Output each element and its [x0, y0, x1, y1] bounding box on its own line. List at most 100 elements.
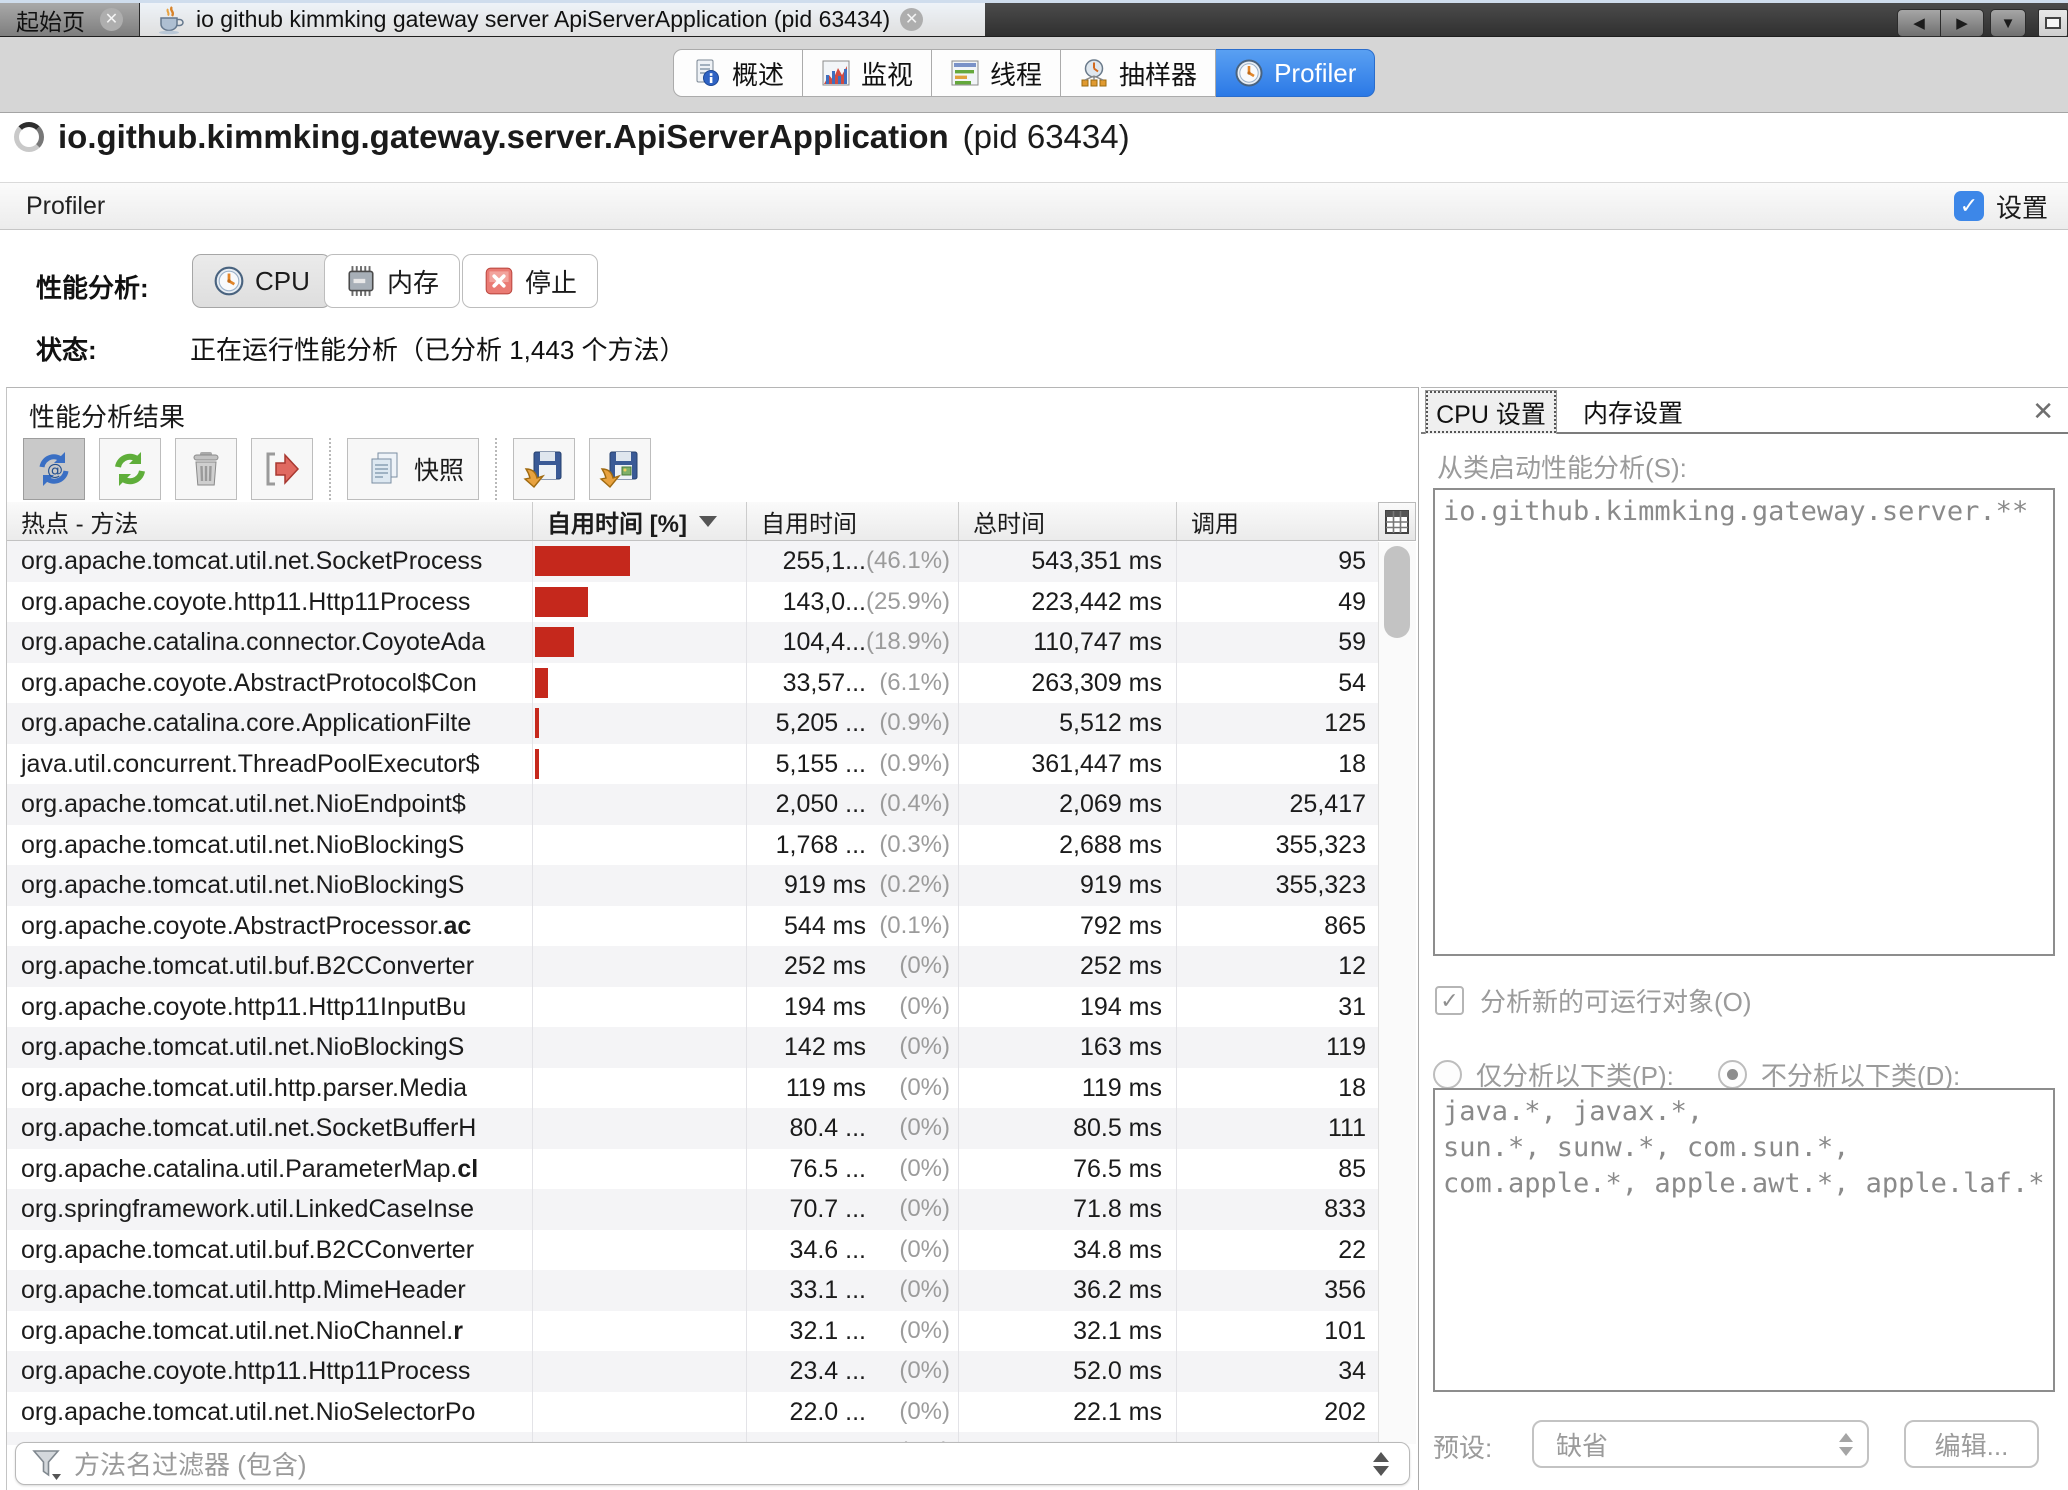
table-row[interactable]: org.apache.catalina.core.ApplicationFilt… — [7, 703, 1378, 744]
column-header-invocations[interactable]: 调用 — [1177, 502, 1378, 540]
filter-history-stepper[interactable] — [1373, 1452, 1389, 1476]
table-row[interactable]: org.apache.tomcat.util.net.NioBlockingS1… — [7, 1027, 1378, 1068]
export-view-button[interactable] — [589, 438, 651, 500]
tab-monitor[interactable]: 监视 — [803, 49, 932, 97]
tab-list-dropdown-button[interactable]: ▼ — [1990, 9, 2026, 37]
column-header-selftime[interactable]: 自用时间 — [747, 502, 959, 540]
table-row[interactable]: org.apache.tomcat.util.net.NioBlockingS9… — [7, 865, 1378, 906]
close-settings-icon[interactable]: ✕ — [2032, 396, 2054, 427]
total-time-cell: 163 ms — [959, 1027, 1177, 1068]
method-name-cell: org.apache.tomcat.util.net.NioBlockingS — [7, 825, 533, 866]
column-selector-button[interactable] — [1378, 502, 1416, 541]
vertical-scrollbar[interactable] — [1378, 542, 1416, 1444]
tab-cpu-settings[interactable]: CPU 设置 — [1425, 390, 1557, 434]
delete-results-button[interactable] — [175, 438, 237, 500]
self-time-bar — [535, 749, 539, 779]
tab-profiler[interactable]: Profiler — [1216, 49, 1375, 97]
invocations-cell: 18 — [1177, 1068, 1378, 1109]
close-icon[interactable]: ✕ — [900, 8, 923, 31]
tab-sampler[interactable]: 抽样器 — [1061, 49, 1216, 97]
exclude-classes-textarea[interactable]: java.*, javax.*, sun.*, sunw.*, com.sun.… — [1433, 1088, 2055, 1392]
column-header-totaltime[interactable]: 总时间 — [959, 502, 1177, 540]
profiler-section-label: Profiler — [26, 192, 105, 221]
maximize-button[interactable] — [2038, 9, 2068, 37]
table-row[interactable]: org.apache.tomcat.util.net.NioBlockingS1… — [7, 825, 1378, 866]
filter-funnel-icon[interactable] — [30, 1447, 64, 1481]
refresh-button[interactable] — [99, 438, 161, 500]
snapshot-icon — [362, 447, 406, 491]
table-row[interactable]: org.apache.tomcat.util.http.MimeHeader33… — [7, 1270, 1378, 1311]
table-row[interactable]: java.util.concurrent.ThreadPoolExecutor$… — [7, 744, 1378, 785]
close-icon[interactable]: ✕ — [100, 8, 123, 31]
profiling-results-panel: 性能分析结果 @ — [6, 387, 1419, 1490]
table-row[interactable]: org.apache.tomcat.util.net.NioEndpoint$2… — [7, 784, 1378, 825]
memory-profile-button[interactable]: 内存 — [324, 254, 460, 308]
snapshot-button[interactable]: 快照 — [347, 438, 479, 500]
page-title: io.github.kimmking.gateway.server.ApiSer… — [58, 118, 949, 156]
invocations-cell: 95 — [1177, 541, 1378, 582]
settings-checkbox[interactable]: ✓ — [1954, 191, 1984, 221]
filter-placeholder: 方法名过滤器 (包含) — [74, 1445, 1373, 1482]
edit-preset-button[interactable]: 编辑... — [1904, 1420, 2039, 1468]
self-time-cell: 119 ms(0%) — [747, 1068, 959, 1109]
self-time-bar-cell — [533, 987, 747, 1028]
tab-overview[interactable]: 概述 — [673, 49, 803, 97]
table-row[interactable]: org.apache.coyote.AbstractProcessor.ac54… — [7, 906, 1378, 947]
tab-scroll-controls: ◀ ▶ ▼ — [1897, 6, 2068, 40]
table-row[interactable]: org.apache.coyote.AbstractProtocol$Con33… — [7, 663, 1378, 704]
preset-select[interactable]: 缺省 — [1532, 1420, 1869, 1468]
table-row[interactable]: org.apache.tomcat.util.buf.B2CConverter3… — [7, 1230, 1378, 1271]
exclude-classes-radio[interactable] — [1718, 1060, 1747, 1089]
table-row[interactable]: org.apache.coyote.http11.Http11Process14… — [7, 582, 1378, 623]
tab-threads[interactable]: 线程 — [932, 49, 1061, 97]
table-row[interactable]: org.apache.catalina.connector.CoyoteAda1… — [7, 622, 1378, 663]
tab-sampler-label: 抽样器 — [1119, 55, 1197, 92]
stop-icon — [483, 265, 515, 297]
invocations-cell: 865 — [1177, 906, 1378, 947]
scroll-left-button[interactable]: ◀ — [1897, 9, 1941, 37]
save-snapshot-button[interactable] — [513, 438, 575, 500]
self-time-bar-cell — [533, 865, 747, 906]
column-header-selftime-pct[interactable]: 自用时间 [%] — [533, 502, 747, 540]
tab-application[interactable]: io github kimmking gateway server ApiSer… — [140, 3, 985, 36]
tab-overview-label: 概述 — [732, 55, 784, 92]
table-row[interactable]: org.apache.coyote.http11.Http11Process23… — [7, 1351, 1378, 1392]
chevron-down-icon — [1373, 1466, 1389, 1476]
self-time-bar-cell — [533, 1270, 747, 1311]
scrollbar-thumb[interactable] — [1384, 546, 1410, 638]
cpu-profile-button[interactable]: CPU — [192, 254, 331, 308]
table-row[interactable]: org.apache.tomcat.util.net.NioChannel.r3… — [7, 1311, 1378, 1352]
total-time-cell: 76.5 ms — [959, 1149, 1177, 1190]
table-row[interactable]: org.apache.coyote.http11.Http11InputBu19… — [7, 987, 1378, 1028]
include-classes-radio[interactable] — [1433, 1060, 1462, 1089]
profile-new-runnables-checkbox[interactable]: ✓ — [1435, 986, 1464, 1015]
toolbar-separator — [329, 438, 331, 500]
table-row[interactable]: org.apache.catalina.util.ParameterMap.cl… — [7, 1149, 1378, 1190]
table-row[interactable]: org.apache.tomcat.util.net.SocketBufferH… — [7, 1108, 1378, 1149]
table-row[interactable]: org.apache.tomcat.util.buf.B2CConverter2… — [7, 946, 1378, 987]
method-name-cell: org.apache.coyote.http11.Http11InputBu — [7, 987, 533, 1028]
auto-refresh-button[interactable]: @ — [23, 438, 85, 500]
self-time-bar-cell — [533, 1108, 747, 1149]
table-row[interactable]: org.apache.tomcat.util.net.NioSelectorPo… — [7, 1392, 1378, 1433]
invocations-cell: 356 — [1177, 1270, 1378, 1311]
overview-icon — [692, 58, 722, 88]
stop-profile-button[interactable]: 停止 — [462, 254, 598, 308]
cpu-clock-icon — [213, 265, 245, 297]
table-row[interactable]: org.apache.tomcat.util.net.SocketProcess… — [7, 541, 1378, 582]
scroll-right-button[interactable]: ▶ — [1940, 9, 1984, 37]
auto-refresh-icon: @ — [32, 447, 76, 491]
self-time-cell: 143,0...(25.9%) — [747, 582, 959, 623]
tab-memory-settings[interactable]: 内存设置 — [1561, 390, 1705, 434]
method-name-cell: org.apache.tomcat.util.http.MimeHeader — [7, 1270, 533, 1311]
method-filter-input[interactable]: 方法名过滤器 (包含) — [15, 1442, 1410, 1485]
column-header-method[interactable]: 热点 - 方法 — [7, 502, 533, 540]
method-name-cell: java.util.concurrent.ThreadPoolExecutor$ — [7, 744, 533, 785]
method-name-cell: org.apache.tomcat.util.net.NioChannel.r — [7, 1311, 533, 1352]
start-classes-textarea[interactable]: io.github.kimmking.gateway.server.** — [1433, 488, 2055, 956]
take-results-button[interactable] — [251, 438, 313, 500]
table-row[interactable]: org.apache.tomcat.util.http.parser.Media… — [7, 1068, 1378, 1109]
total-time-cell: 80.5 ms — [959, 1108, 1177, 1149]
table-row[interactable]: org.springframework.util.LinkedCaseInse7… — [7, 1189, 1378, 1230]
tab-start-page[interactable]: 起始页 ✕ — [0, 3, 140, 36]
